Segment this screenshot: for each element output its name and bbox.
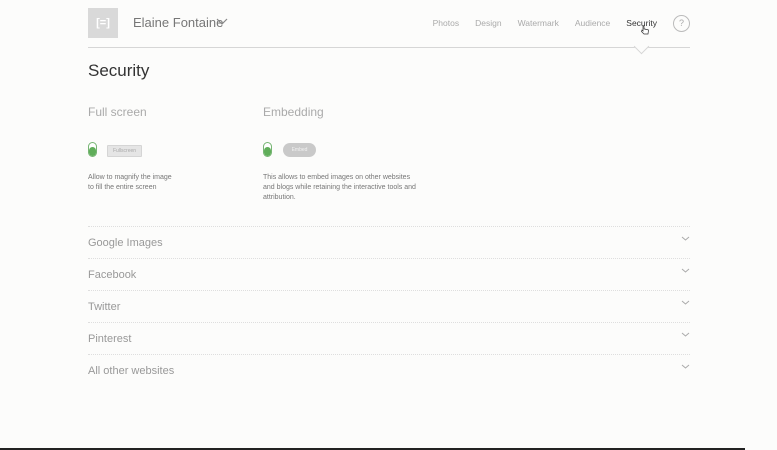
accordion-label: Google Images — [88, 237, 163, 249]
toggle-knob — [264, 147, 271, 156]
accordion-pinterest[interactable]: Pinterest — [88, 322, 690, 355]
embedding-description: This allows to embed images on other web… — [263, 173, 416, 203]
chevron-down-icon[interactable] — [681, 235, 690, 242]
chevron-down-icon[interactable] — [681, 299, 690, 306]
nav-design[interactable]: Design — [475, 18, 501, 28]
nav-photos[interactable]: Photos — [433, 18, 459, 28]
accordion-label: Facebook — [88, 269, 137, 281]
accordion-facebook[interactable]: Facebook — [88, 258, 690, 291]
accordion-all-other-websites[interactable]: All other websites — [88, 354, 690, 387]
embedding-toggle[interactable] — [263, 142, 272, 157]
chevron-down-icon[interactable] — [681, 331, 690, 338]
desc-line: and blogs while retaining the interactiv… — [263, 184, 416, 191]
accordion-label: Pinterest — [88, 333, 132, 345]
accordion-label: Twitter — [88, 301, 121, 313]
nav-watermark[interactable]: Watermark — [518, 18, 559, 28]
accordion-google-images[interactable]: Google Images — [88, 226, 690, 259]
chevron-down-icon[interactable] — [216, 16, 228, 26]
help-icon[interactable]: ? — [673, 14, 690, 32]
hand-cursor-icon — [641, 25, 649, 35]
accordion-label: All other websites — [88, 365, 175, 377]
top-header: [=] Elaine Fontaine Photos Design Waterm… — [88, 0, 690, 48]
toggle-knob — [89, 147, 96, 156]
chevron-down-icon[interactable] — [681, 363, 690, 370]
chevron-down-icon[interactable] — [681, 267, 690, 274]
desc-line: to fill the entire screen — [88, 184, 157, 191]
page-title: Security — [88, 61, 150, 80]
user-name-menu[interactable]: Elaine Fontaine — [133, 15, 223, 30]
fullscreen-tag: Fullscreen — [107, 145, 143, 157]
logo-icon[interactable]: [=] — [88, 8, 118, 38]
embedding-heading: Embedding — [263, 105, 324, 119]
desc-line: attribution. — [263, 194, 296, 201]
embed-tag: Embed — [283, 143, 316, 157]
fullscreen-toggle[interactable] — [88, 142, 97, 157]
desc-line: Allow to magnify the image — [88, 174, 172, 181]
desc-line: This allows to embed images on other web… — [263, 174, 411, 181]
fullscreen-description: Allow to magnify the image to fill the e… — [88, 173, 172, 193]
nav-audience[interactable]: Audience — [575, 18, 610, 28]
accordion-twitter[interactable]: Twitter — [88, 290, 690, 323]
fullscreen-heading: Full screen — [88, 105, 147, 119]
